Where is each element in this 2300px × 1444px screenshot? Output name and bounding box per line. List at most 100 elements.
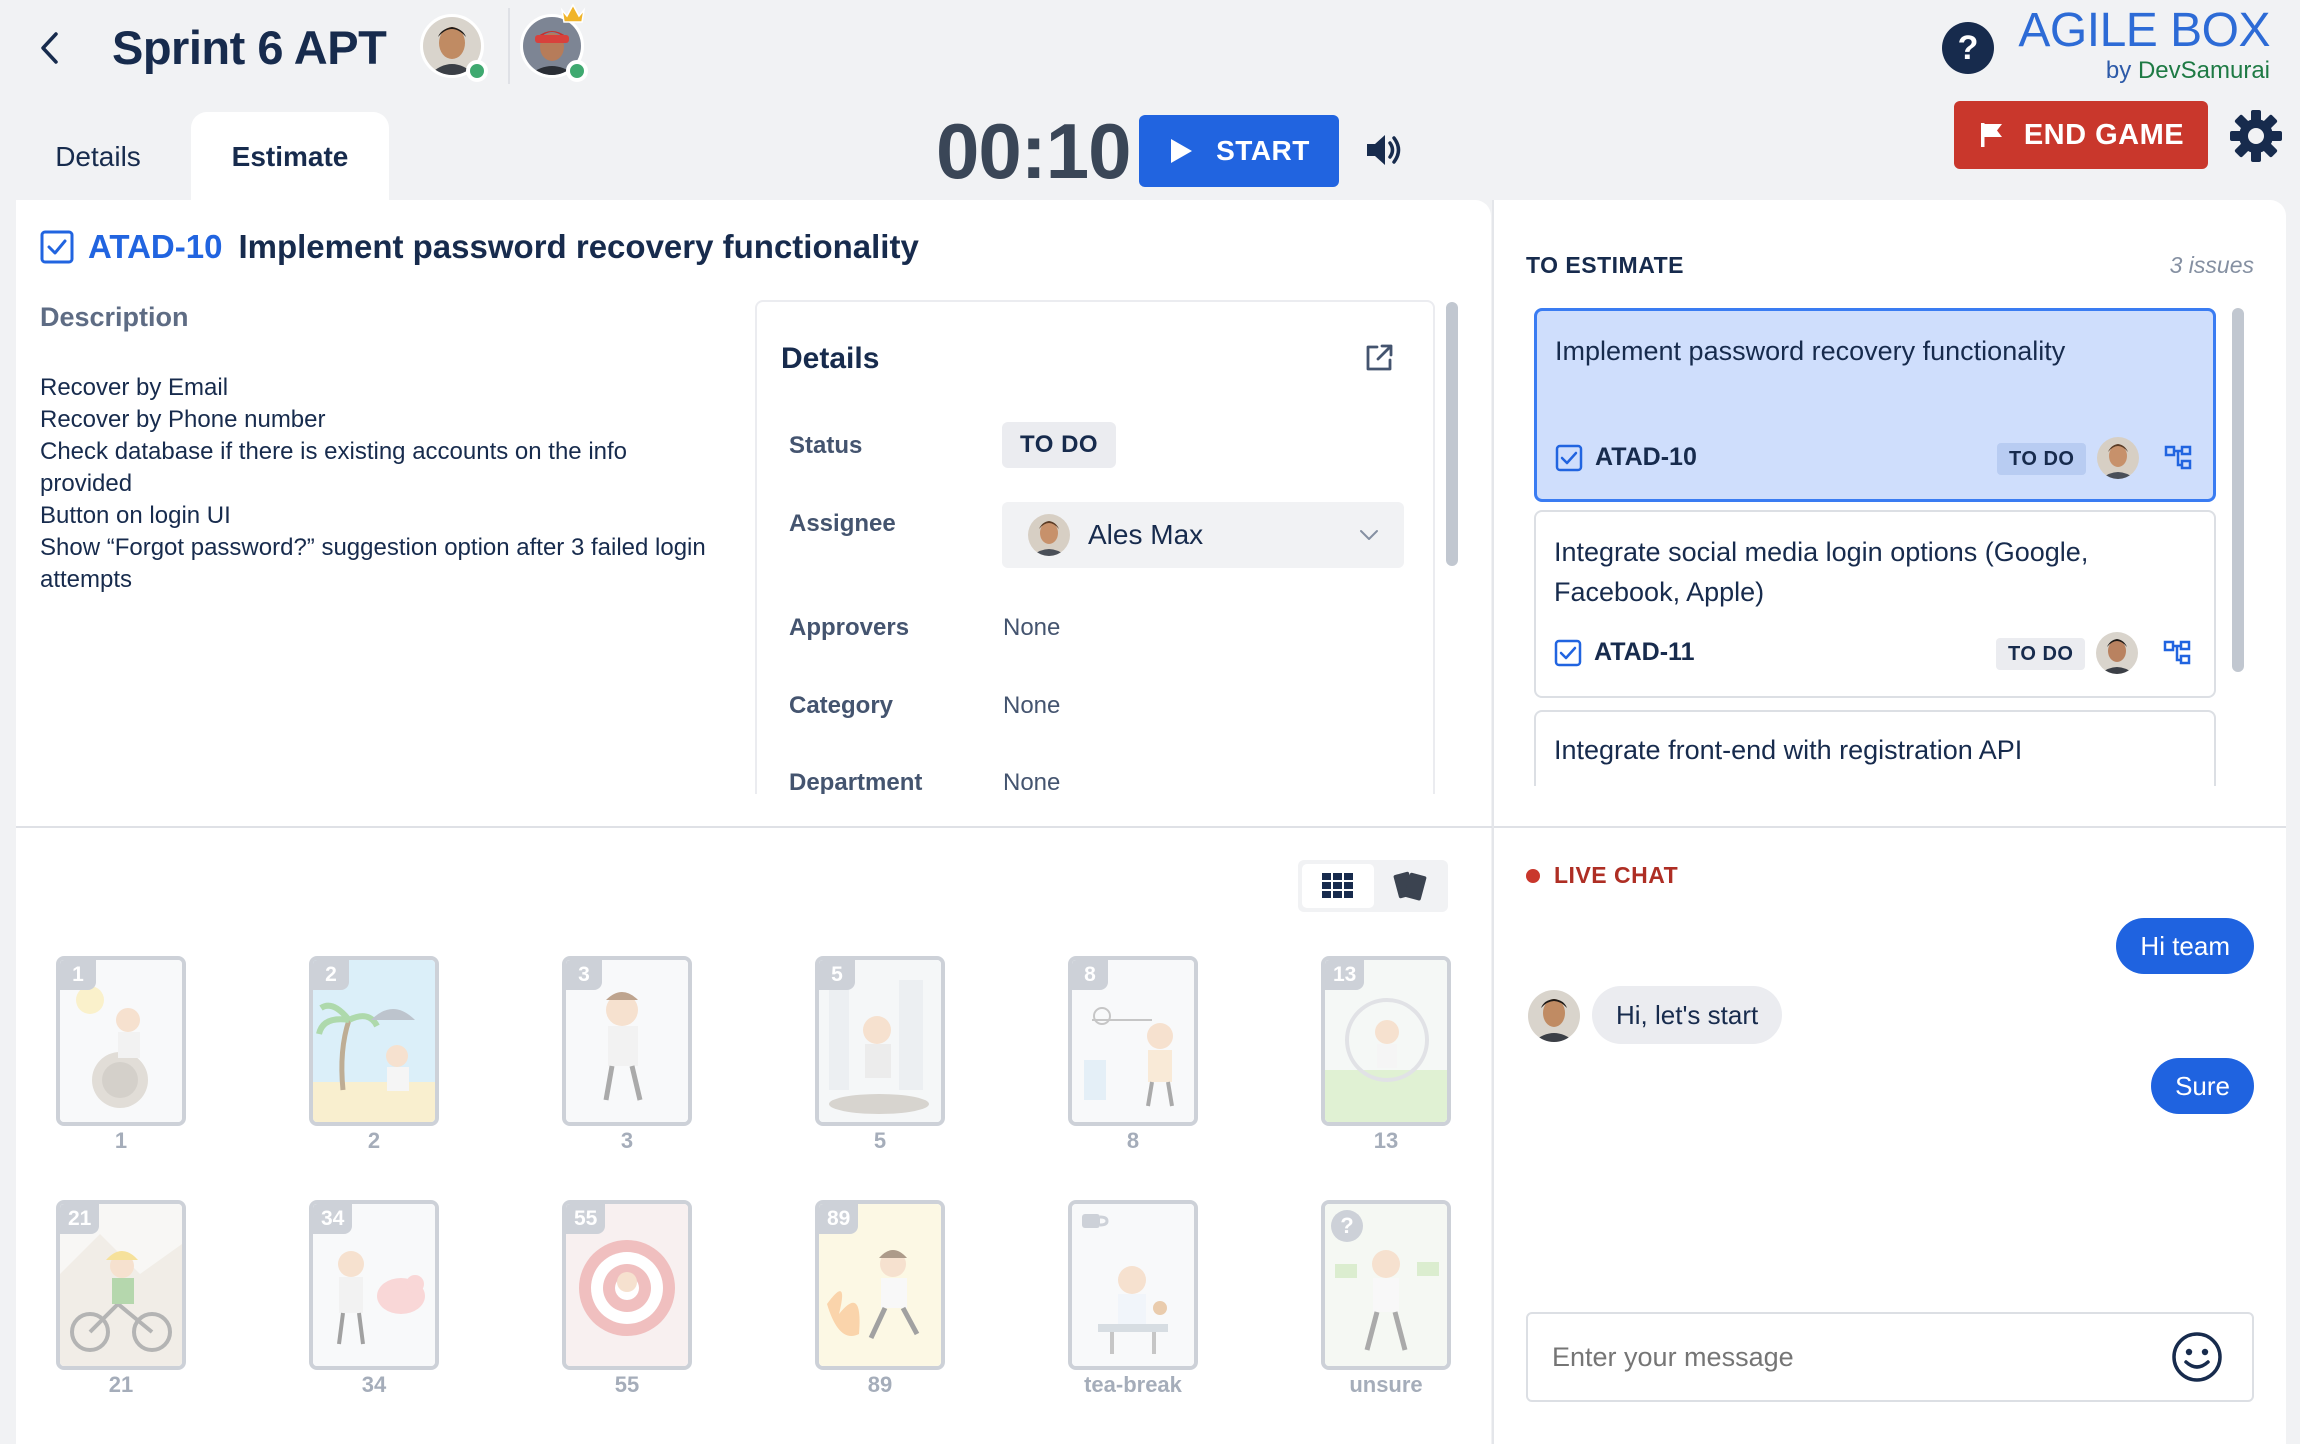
card-value-label: 55 [614,1372,640,1397]
brand-logo: AGILE BOX by DevSamurai [2018,6,2270,86]
end-game-button[interactable]: END GAME [1954,101,2208,169]
question-icon: ? [1957,28,1979,67]
brand-subtitle: by DevSamurai [2105,57,2270,84]
estimation-card[interactable]: 8 [1068,956,1198,1126]
countdown-timer: 00:10 [936,107,1131,195]
hierarchy-icon[interactable] [2163,443,2193,473]
tab-details[interactable]: Details [28,112,168,202]
issue-key-link[interactable]: ATAD-10 [88,228,222,266]
online-status-dot [566,60,588,82]
description-line: Show “Forgot password?” suggestion optio… [40,534,706,593]
card-value-label: tea-break [1084,1372,1182,1397]
estimation-card[interactable]: 2 [309,956,439,1126]
sound-toggle-button[interactable] [1362,128,1406,172]
estimation-card[interactable]: ? [1321,1200,1451,1370]
estimation-card[interactable]: 3 [562,956,692,1126]
emoji-button[interactable] [2170,1330,2224,1384]
issue-card-status: TO DO [1997,443,2087,475]
checkbox-task-icon [40,230,74,264]
card-badge: 5 [819,960,855,990]
hierarchy-icon[interactable] [2162,638,2192,668]
card-value-label: unsure [1349,1372,1423,1397]
card-badge: 89 [819,1204,859,1234]
online-status-dot [466,60,488,82]
live-indicator-dot [1526,868,1540,883]
card-value-label: 21 [108,1372,134,1397]
description-line: Recover by Email [40,374,229,401]
estimation-card[interactable]: 34 [309,1200,439,1370]
checkbox-task-icon [1554,639,1582,666]
issue-card-title: Integrate social media login options (Go… [1554,537,2089,607]
smiley-icon [2172,1332,2222,1382]
cards-view-button[interactable] [1378,864,1444,908]
speaker-icon [1367,135,1401,165]
issue-card-footer: ATAD-11 [1554,638,1694,667]
estimation-card[interactable] [1068,1200,1198,1370]
settings-button[interactable] [2228,108,2284,164]
participant-avatar-1[interactable] [420,14,488,82]
approvers-value[interactable]: None [1003,614,1060,642]
back-button[interactable] [30,28,70,68]
card-value-label: 8 [1126,1128,1140,1153]
to-estimate-label: TO ESTIMATE [1526,252,1684,278]
details-scrollbar[interactable] [1446,302,1458,566]
estimation-card[interactable]: 21 [56,1200,186,1370]
gear-icon [2230,110,2282,162]
description-label: Description [40,302,189,332]
chevron-down-icon [1360,530,1378,540]
estimation-card[interactable]: 1 [56,956,186,1126]
card-deck-panel [16,828,1491,1444]
tab-estimate[interactable]: Estimate [191,112,389,202]
card-value-label: 13 [1373,1128,1399,1153]
start-label: START [1216,135,1310,166]
estimation-card[interactable]: 55 [562,1200,692,1370]
estimation-card[interactable]: 5 [815,956,945,1126]
chat-message-outgoing: Sure [2151,1058,2254,1114]
issue-card-title: Integrate front-end with registration AP… [1554,735,2023,765]
card-value-label: 3 [620,1128,634,1153]
assignee-select[interactable]: Ales Max [1002,502,1404,568]
help-button[interactable]: ? [1942,22,1994,74]
assignee-name: Ales Max [1088,519,1204,550]
description-line: Button on login UI [40,502,231,529]
issue-card-key: ATAD-10 [1595,443,1697,471]
category-label: Category [789,692,894,719]
issue-card-active[interactable]: Implement password recovery functionalit… [1534,308,2216,502]
details-card: Details Status TO DO Assignee Ales Max A… [755,300,1435,794]
department-value[interactable]: None [1003,769,1060,794]
issue-card-title: Implement password recovery functionalit… [1555,336,2066,366]
grid-icon [1322,873,1353,898]
horizontal-divider [16,826,2286,828]
start-button[interactable]: START [1139,115,1339,187]
end-game-label: END GAME [2023,118,2185,151]
external-link-icon [1366,344,1393,371]
category-value[interactable]: None [1003,692,1060,720]
grid-view-button[interactable] [1302,864,1374,908]
chat-sender-avatar [1528,990,1580,1042]
session-title: Sprint 6 APT [112,21,387,74]
assignee-avatar [1028,514,1070,556]
approvers-label: Approvers [789,614,910,641]
card-badge: 1 [60,960,96,990]
card-badge: 55 [566,1204,606,1234]
chat-message-outgoing: Hi team [2116,918,2254,974]
open-external-button[interactable] [1363,342,1395,379]
crown-icon [560,3,586,23]
department-label: Department [789,769,923,794]
play-icon [1171,139,1193,163]
card-badge: 21 [60,1204,100,1234]
status-lozenge[interactable]: TO DO [1002,422,1117,468]
issue-card[interactable]: Integrate social media login options (Go… [1534,510,2216,698]
card-value-label: 1 [114,1128,128,1153]
estimation-card[interactable]: 13 [1321,956,1451,1126]
participant-avatar-2[interactable] [520,3,588,82]
issues-scrollbar[interactable] [2232,308,2244,672]
chat-message-input[interactable] [1526,1312,2254,1402]
issue-card-assignee-avatar [2097,437,2139,479]
top-bar: Sprint 6 APT ? AGILE BOX by DevSamurai D… [0,0,2300,202]
estimation-card[interactable]: 89 [815,1200,945,1370]
description-line: Recover by Phone number [40,406,326,433]
issue-card[interactable]: Integrate front-end with registration AP… [1534,710,2216,786]
status-label: Status [789,432,863,459]
issue-card-status: TO DO [1996,638,2086,670]
